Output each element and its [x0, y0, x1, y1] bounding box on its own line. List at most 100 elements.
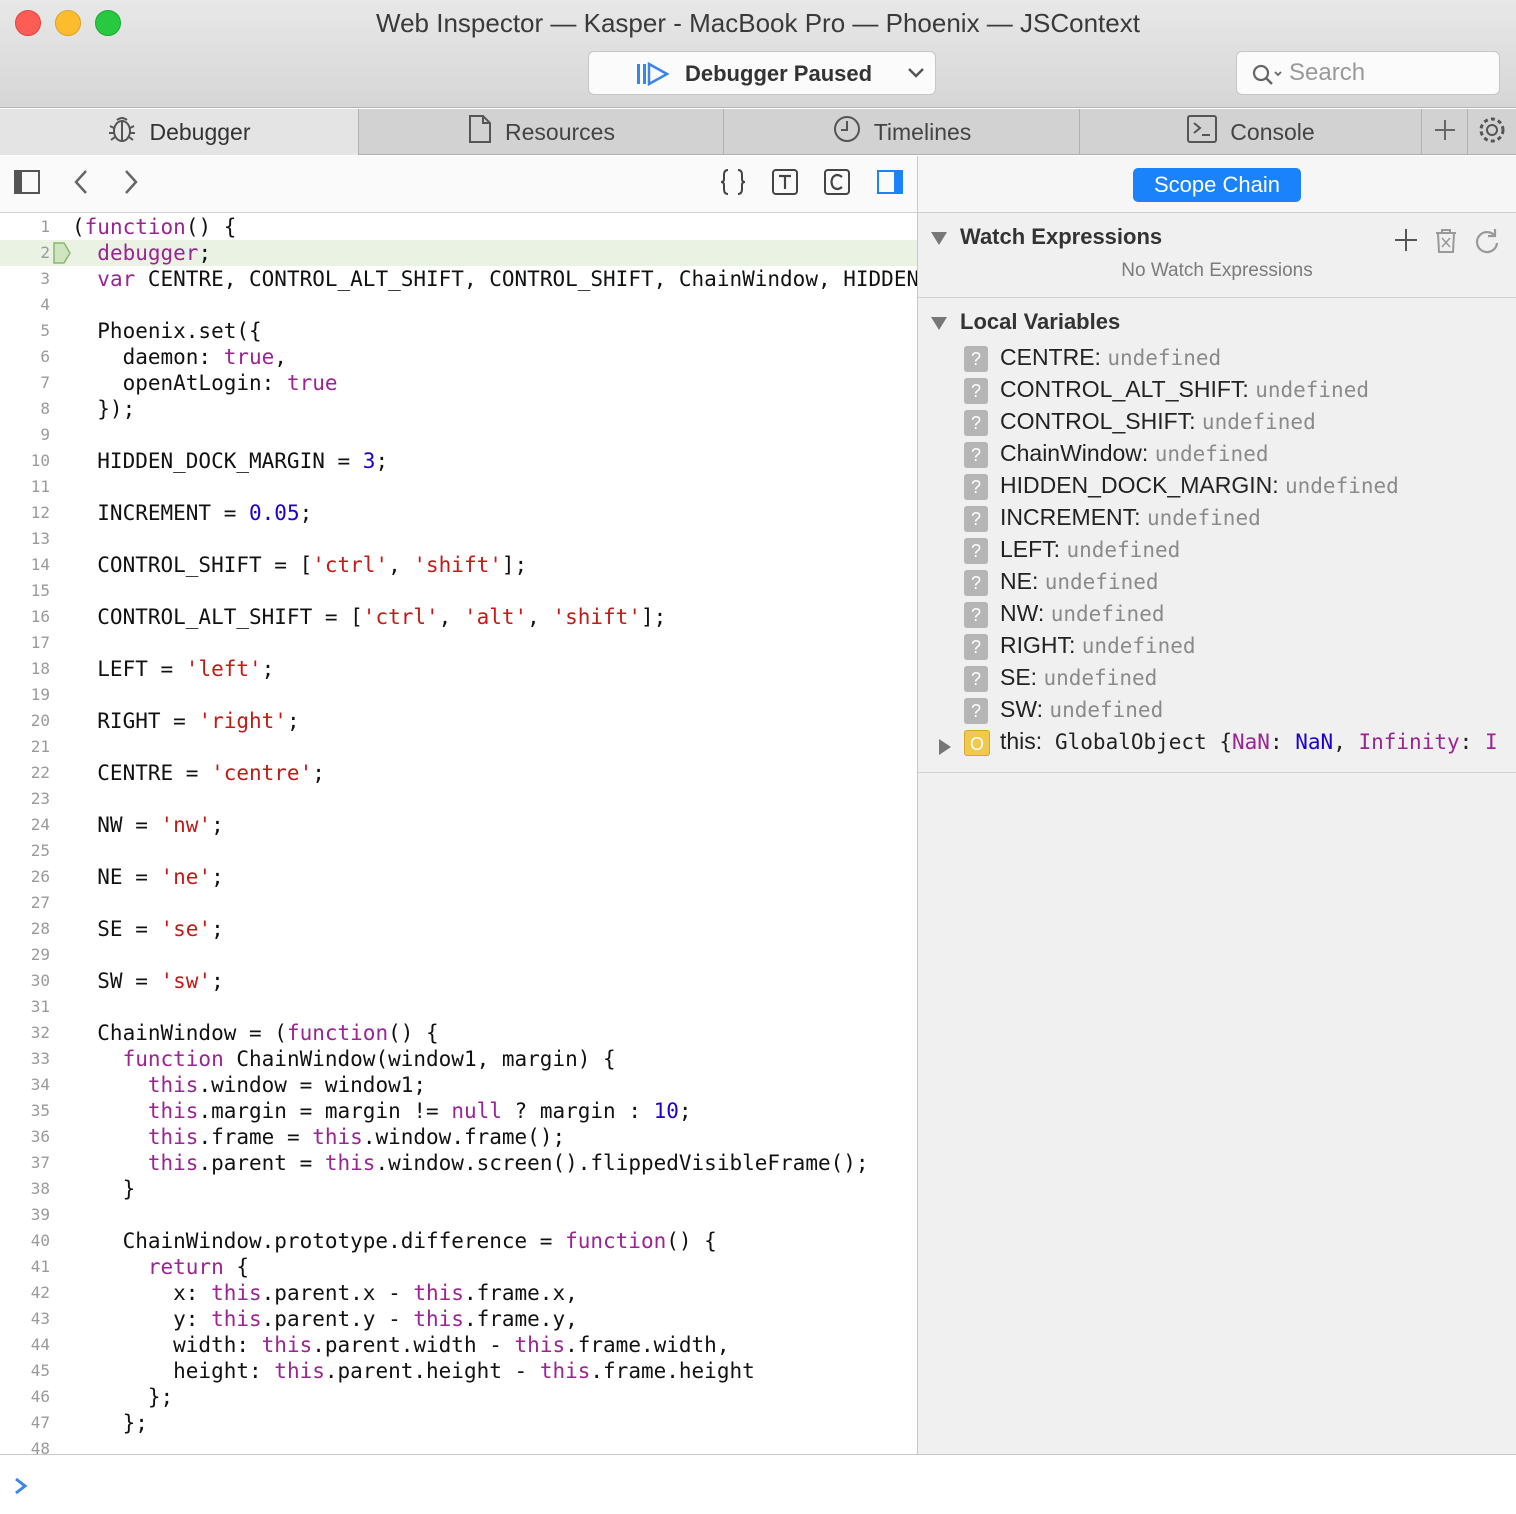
line-number[interactable]: 12 [0, 500, 50, 526]
line-number[interactable]: 8 [0, 396, 50, 422]
line-number[interactable]: 16 [0, 604, 50, 630]
undefined-type-icon: ? [964, 506, 988, 532]
line-number[interactable]: 40 [0, 1228, 50, 1254]
line-number[interactable]: 41 [0, 1254, 50, 1280]
line-number[interactable]: 34 [0, 1072, 50, 1098]
refresh-watch-expressions-button[interactable] [1474, 228, 1500, 259]
disclosure-down-icon[interactable] [930, 315, 948, 336]
line-text: CONTROL_ALT_SHIFT = ['ctrl', 'alt', 'shi… [72, 604, 666, 630]
line-number[interactable]: 44 [0, 1332, 50, 1358]
line-number[interactable]: 35 [0, 1098, 50, 1124]
code-coverage-button[interactable] [822, 168, 852, 199]
property-comma: , [1333, 730, 1359, 754]
line-number[interactable]: 1 [0, 214, 50, 240]
line-text: ChainWindow.prototype.difference = funct… [72, 1228, 717, 1254]
line-number[interactable]: 39 [0, 1202, 50, 1228]
settings-button[interactable] [1468, 109, 1516, 155]
line-number[interactable]: 47 [0, 1410, 50, 1436]
line-number[interactable]: 33 [0, 1046, 50, 1072]
line-number[interactable]: 29 [0, 942, 50, 968]
property-separator: : [1269, 730, 1296, 754]
source-code-editor[interactable]: 1 (function() {2 debugger; 3 var CENTRE, C… [0, 214, 917, 1454]
search-field[interactable] [1236, 51, 1500, 95]
code-line: 19 [0, 682, 917, 708]
local-variables-header[interactable]: Local Variables [918, 305, 1516, 341]
back-button[interactable] [66, 169, 96, 199]
variable-name: SW: undefined [1000, 696, 1163, 723]
add-watch-expression-button[interactable] [1394, 228, 1418, 257]
line-text: Phoenix.set({ [72, 318, 261, 344]
variable-name-text: ChainWindow: [1000, 440, 1149, 466]
variable-name: LEFT: undefined [1000, 536, 1180, 563]
pretty-print-button[interactable] [718, 168, 748, 199]
line-number[interactable]: 23 [0, 786, 50, 812]
line-number[interactable]: 26 [0, 864, 50, 890]
line-number[interactable]: 19 [0, 682, 50, 708]
line-number[interactable]: 17 [0, 630, 50, 656]
clear-watch-expressions-button[interactable] [1434, 228, 1458, 259]
line-number[interactable]: 36 [0, 1124, 50, 1150]
line-number[interactable]: 30 [0, 968, 50, 994]
toggle-details-sidebar-button[interactable] [875, 169, 905, 199]
code-token: ; [678, 1099, 692, 1123]
new-tab-button[interactable] [1422, 109, 1468, 155]
tab-timelines[interactable]: Timelines [724, 109, 1080, 155]
debugger-status-dropdown[interactable]: Debugger Paused [588, 51, 936, 95]
line-number[interactable]: 4 [0, 292, 50, 318]
code-token: y: [72, 1307, 212, 1331]
line-number[interactable]: 2 [0, 240, 50, 266]
scope-chain-button[interactable]: Scope Chain [1133, 168, 1301, 202]
code-token: true [286, 371, 338, 395]
line-number[interactable]: 6 [0, 344, 50, 370]
undefined-type-icon: ? [964, 634, 988, 660]
disclosure-down-icon[interactable] [930, 230, 948, 251]
line-number[interactable]: 15 [0, 578, 50, 604]
line-number[interactable]: 42 [0, 1280, 50, 1306]
line-number[interactable]: 7 [0, 370, 50, 396]
line-number[interactable]: 25 [0, 838, 50, 864]
variable-value: undefined [1201, 410, 1316, 434]
tab-resources[interactable]: Resources [359, 109, 724, 155]
line-number[interactable]: 13 [0, 526, 50, 552]
code-token: x: [72, 1281, 212, 1305]
line-number[interactable]: 3 [0, 266, 50, 292]
line-number[interactable]: 18 [0, 656, 50, 682]
forward-button[interactable] [116, 169, 146, 199]
line-number[interactable]: 14 [0, 552, 50, 578]
code-token: ; [211, 917, 224, 941]
tab-console[interactable]: Console [1080, 109, 1422, 155]
line-number[interactable]: 37 [0, 1150, 50, 1176]
line-number[interactable]: 28 [0, 916, 50, 942]
line-number[interactable]: 21 [0, 734, 50, 760]
toggle-navigation-sidebar-button[interactable] [12, 169, 42, 199]
type-profiler-button[interactable] [770, 168, 800, 199]
code-token: debugger [97, 241, 199, 265]
line-number[interactable]: 32 [0, 1020, 50, 1046]
this-variable-row[interactable]: O this: GlobalObject {NaN: NaN, Infinity… [918, 727, 1516, 759]
line-number[interactable]: 20 [0, 708, 50, 734]
property-value-truncated: I [1484, 730, 1498, 754]
line-number[interactable]: 48 [0, 1436, 50, 1454]
line-number[interactable]: 22 [0, 760, 50, 786]
code-token: 'se' [160, 917, 212, 941]
console-input[interactable] [40, 1469, 1500, 1501]
line-number[interactable]: 24 [0, 812, 50, 838]
line-number[interactable]: 5 [0, 318, 50, 344]
line-number[interactable]: 38 [0, 1176, 50, 1202]
tab-debugger[interactable]: Debugger [0, 109, 359, 155]
line-number[interactable]: 43 [0, 1306, 50, 1332]
tab-label: Console [1230, 118, 1315, 145]
line-number[interactable]: 11 [0, 474, 50, 500]
search-input[interactable] [1289, 58, 1489, 88]
line-number[interactable]: 9 [0, 422, 50, 448]
line-number[interactable]: 10 [0, 448, 50, 474]
line-number[interactable]: 31 [0, 994, 50, 1020]
line-number[interactable]: 27 [0, 890, 50, 916]
disclosure-right-icon[interactable] [938, 735, 952, 762]
section-divider [918, 297, 1516, 298]
watch-expressions-header[interactable]: Watch Expressions [918, 220, 1516, 256]
line-number[interactable]: 46 [0, 1384, 50, 1410]
undefined-type-icon: ? [964, 538, 988, 564]
line-number[interactable]: 45 [0, 1358, 50, 1384]
